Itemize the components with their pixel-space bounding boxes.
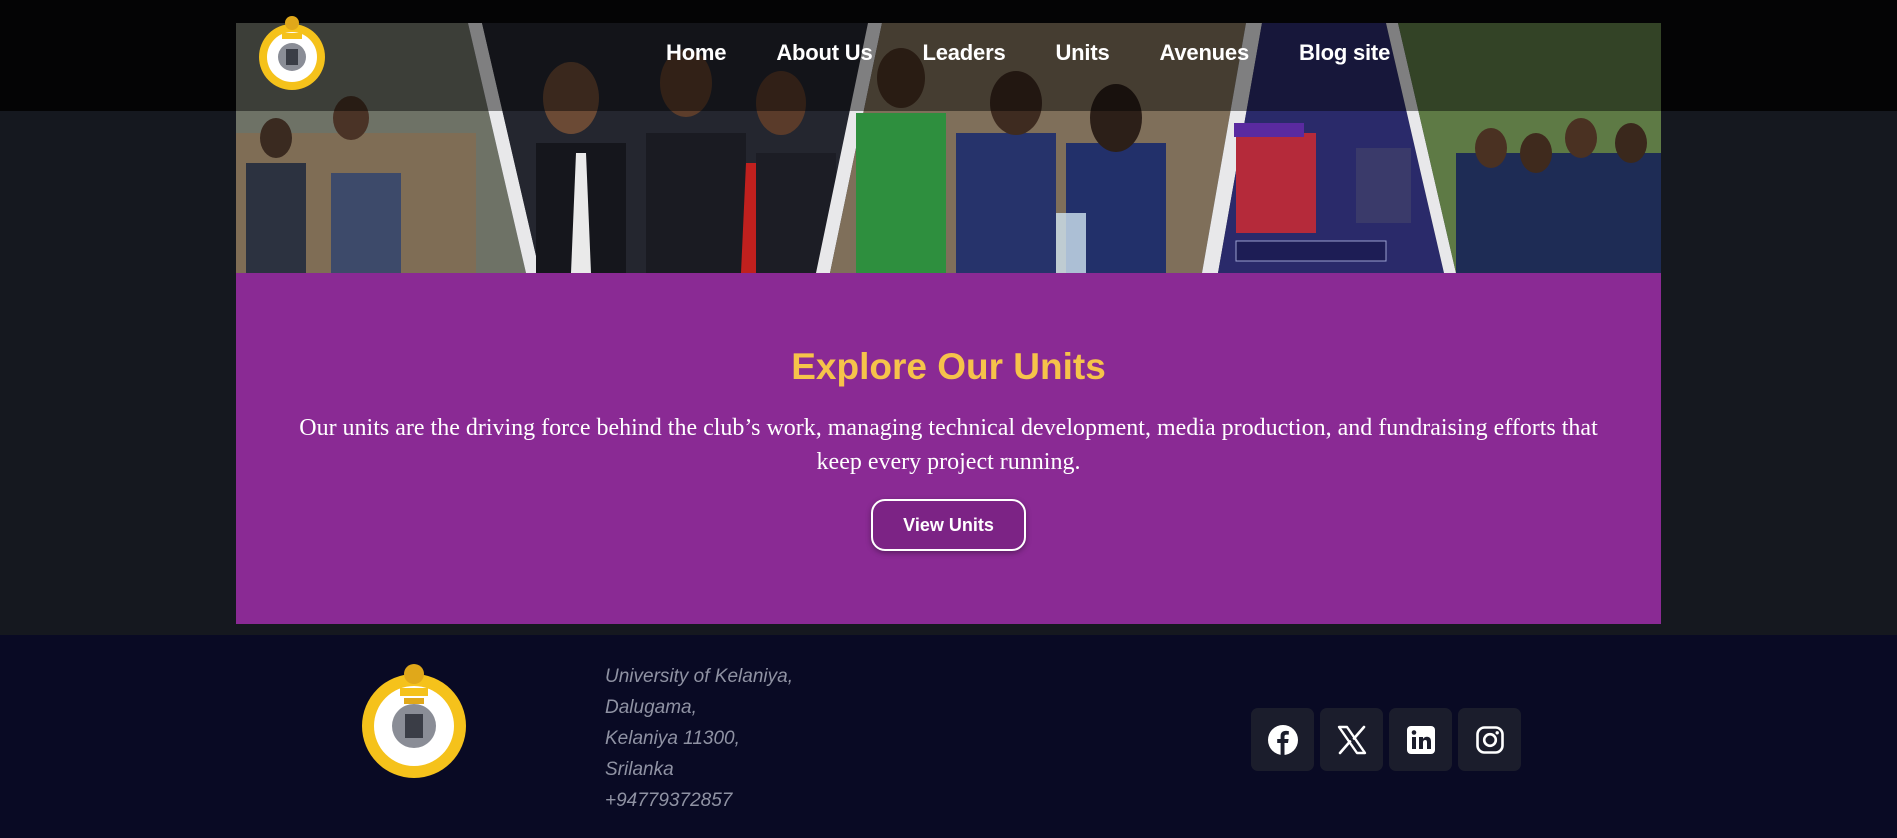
footer: University of Kelaniya, Dalugama, Kelani…: [0, 635, 1897, 838]
units-description: Our units are the driving force behind t…: [299, 415, 1598, 475]
nav-leaders[interactable]: Leaders: [923, 36, 1006, 70]
nav-blog-site[interactable]: Blog site: [1299, 36, 1390, 70]
nav-about-us[interactable]: About Us: [776, 36, 872, 70]
footer-address: University of Kelaniya, Dalugama, Kelani…: [605, 661, 793, 816]
footer-emblem-icon: [362, 664, 466, 778]
nav-units[interactable]: Units: [1055, 36, 1109, 70]
linkedin-icon: [1406, 725, 1435, 754]
address-line: Dalugama,: [605, 697, 697, 718]
instagram-icon: [1475, 725, 1504, 754]
footer-logo: [360, 662, 468, 780]
view-units-button[interactable]: View Units: [871, 499, 1026, 551]
units-heading: Explore Our Units: [791, 346, 1106, 387]
x-twitter-link[interactable]: [1320, 708, 1383, 771]
facebook-link[interactable]: [1251, 708, 1314, 771]
club-emblem-icon: [259, 16, 325, 90]
nav-home[interactable]: Home: [666, 36, 727, 70]
x-icon: [1337, 725, 1366, 754]
address-line: Srilanka: [605, 759, 674, 780]
facebook-icon: [1267, 724, 1298, 755]
main-navigation: Home About Us Leaders Units Avenues Blog…: [666, 36, 1440, 70]
phone-number: +94779372857: [605, 790, 733, 811]
social-links: [1251, 708, 1521, 771]
explore-units-section: Explore Our Units Our units are the driv…: [236, 273, 1661, 624]
nav-avenues[interactable]: Avenues: [1160, 36, 1250, 70]
linkedin-link[interactable]: [1389, 708, 1452, 771]
address-line: University of Kelaniya,: [605, 666, 793, 687]
address-line: Kelaniya 11300,: [605, 728, 740, 749]
club-logo[interactable]: [256, 13, 329, 91]
instagram-link[interactable]: [1458, 708, 1521, 771]
